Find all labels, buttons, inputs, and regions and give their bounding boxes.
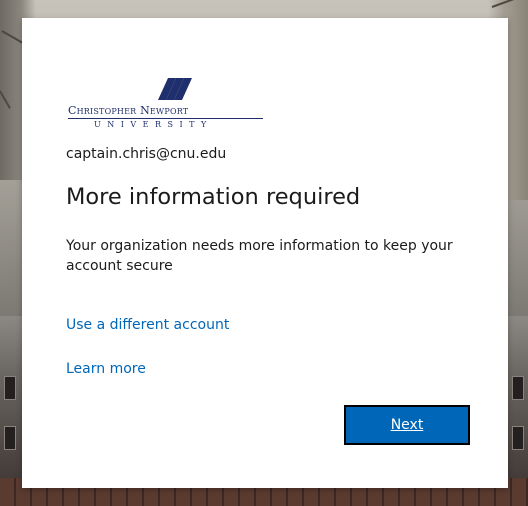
description-text: Your organization needs more information…: [66, 238, 453, 274]
cnu-logo-mark-icon: [158, 78, 192, 100]
learn-more-link[interactable]: Learn more: [66, 361, 146, 377]
account-email: captain.chris@cnu.edu: [66, 146, 227, 162]
background-window: [4, 376, 16, 400]
university-logo: Christopher Newport UNIVERSITY: [68, 78, 278, 138]
background-window: [512, 426, 524, 450]
background-window: [512, 376, 524, 400]
logo-divider: [68, 118, 263, 119]
background-window: [4, 426, 16, 450]
logo-subtitle: UNIVERSITY: [94, 120, 213, 129]
sign-in-page: Christopher Newport UNIVERSITY captain.c…: [0, 0, 528, 506]
logo-wordmark: Christopher Newport: [68, 104, 189, 117]
use-different-account-link[interactable]: Use a different account: [66, 317, 229, 333]
next-button[interactable]: Next: [344, 405, 470, 445]
sign-in-card: Christopher Newport UNIVERSITY captain.c…: [22, 18, 508, 488]
page-title: More information required: [66, 184, 361, 210]
